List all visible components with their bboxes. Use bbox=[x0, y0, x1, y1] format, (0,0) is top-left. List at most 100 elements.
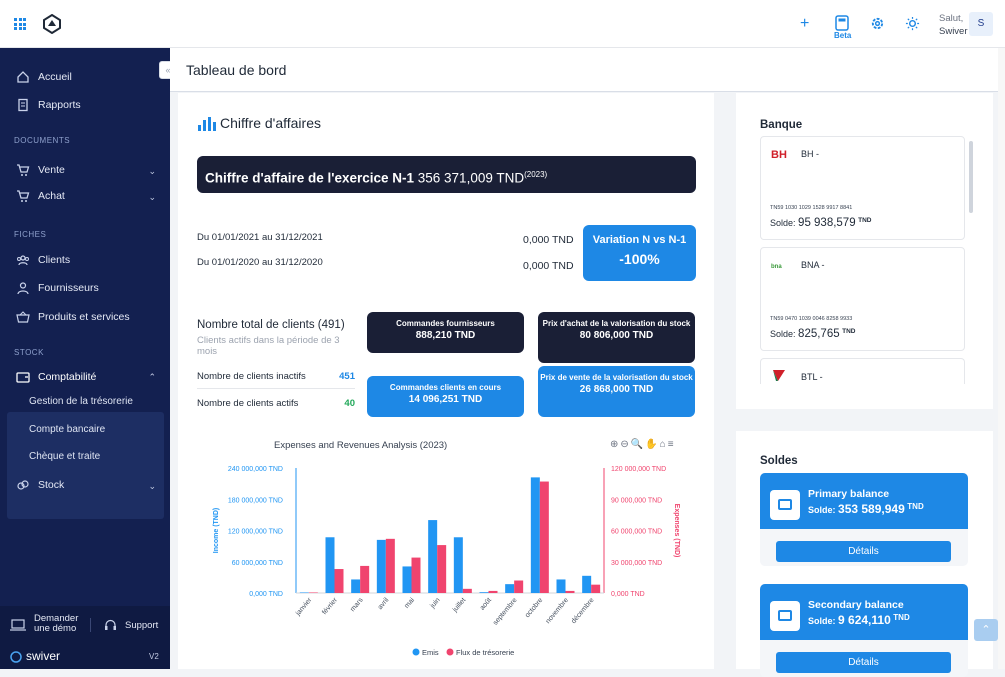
safe-icon bbox=[770, 490, 800, 520]
inactive-value: 451 bbox=[339, 371, 355, 382]
income-bar bbox=[428, 520, 438, 593]
sidebar-label: Accueil bbox=[38, 71, 72, 83]
balance-name: Secondary balance bbox=[808, 599, 904, 611]
sidebar-item-achat[interactable]: Achat bbox=[16, 189, 65, 203]
bank-card-btl[interactable]: BTL - bbox=[760, 358, 965, 384]
banner-label: Chiffre d'affaire de l'exercice N-1 bbox=[205, 170, 414, 186]
income-bar bbox=[351, 579, 361, 593]
banner-year: (2023) bbox=[524, 170, 548, 179]
brand-name: swiver bbox=[26, 649, 61, 663]
sidebar-item-produits[interactable]: Produits et services bbox=[16, 310, 130, 324]
y2-tick-label: 0,000 TND bbox=[611, 591, 645, 598]
y-tick-label: 60 000,000 TND bbox=[232, 560, 283, 567]
sidebar-subitem-cheque[interactable]: Chèque et traite bbox=[29, 451, 100, 462]
balance-header: Secondary balance Solde: 9 624,110 TND bbox=[760, 584, 968, 640]
details-button[interactable]: Détails bbox=[776, 652, 951, 673]
card-title: Chiffre d'affaires bbox=[220, 115, 321, 131]
sidebar-label: Fournisseurs bbox=[38, 282, 99, 294]
chevron-down-icon[interactable]: ⌄ bbox=[148, 192, 156, 203]
scroll-to-top-button[interactable]: ⌃ bbox=[974, 619, 998, 641]
active-label: Nombre de clients actifs bbox=[197, 398, 299, 409]
divider bbox=[197, 388, 355, 389]
kpi-label: Prix de vente de la valorisation du stoc… bbox=[540, 373, 693, 382]
expense-bar bbox=[539, 481, 549, 593]
sidebar-item-comptabilite[interactable]: Comptabilité bbox=[16, 370, 96, 384]
details-button[interactable]: Détails bbox=[776, 541, 951, 562]
headset-icon bbox=[105, 619, 116, 630]
solde-label: Solde: bbox=[808, 616, 836, 626]
sidebar-item-rapports[interactable]: Rapports bbox=[16, 98, 81, 112]
support-button[interactable]: Support bbox=[125, 620, 158, 631]
sidebar-label: Rapports bbox=[38, 99, 81, 111]
plus-icon[interactable]: + bbox=[800, 16, 809, 32]
gear-icon[interactable] bbox=[870, 16, 885, 31]
solde-value: 9 624,110 bbox=[838, 613, 891, 627]
request-demo-button[interactable]: Demander une démo bbox=[34, 614, 78, 634]
x-tick-label: janvier bbox=[294, 596, 314, 618]
bank-list-scrollbar[interactable] bbox=[969, 141, 973, 213]
avatar[interactable]: S bbox=[969, 12, 993, 36]
sidebar-item-clients[interactable]: Clients bbox=[16, 253, 70, 267]
section-stock: STOCK bbox=[14, 348, 44, 357]
chevron-down-icon[interactable]: ⌄ bbox=[148, 481, 156, 492]
page-scrollbar[interactable] bbox=[998, 48, 1005, 669]
swiver-logo[interactable] bbox=[42, 14, 62, 34]
bank-balance: Solde: 95 938,579 TND bbox=[770, 217, 871, 229]
sun-icon[interactable] bbox=[905, 16, 920, 31]
calculator-icon[interactable] bbox=[835, 15, 849, 31]
clients-total: Nombre total de clients (491) bbox=[197, 319, 345, 331]
user-icon bbox=[17, 282, 29, 295]
period-label: Du 01/01/2020 au 31/12/2020 bbox=[197, 257, 323, 268]
section-documents: DOCUMENTS bbox=[14, 136, 71, 145]
income-bar bbox=[582, 575, 592, 593]
inactive-label: Nombre de clients inactifs bbox=[197, 371, 306, 382]
bank-card-bna[interactable]: bna BNA - TN59 0470 1039 0046 8258 9933 … bbox=[760, 247, 965, 351]
users-icon bbox=[17, 255, 29, 266]
banner-amount: 356 371,009 TND bbox=[417, 170, 525, 186]
solde-label: Solde: bbox=[808, 505, 836, 515]
solde-label: Solde: bbox=[770, 329, 796, 339]
chevron-up-icon[interactable]: ⌃ bbox=[148, 372, 156, 383]
x-tick-label: août bbox=[479, 597, 493, 612]
kpi-value: 888,210 TND bbox=[415, 330, 476, 341]
x-tick-label: octobre bbox=[524, 597, 544, 619]
basket-icon bbox=[16, 311, 30, 323]
cart-icon bbox=[17, 164, 30, 176]
version-label: V2 bbox=[149, 652, 159, 661]
expense-bar bbox=[308, 592, 318, 593]
income-bar bbox=[479, 592, 489, 593]
x-tick-label: juin bbox=[429, 597, 442, 611]
sidebar-item-fournisseurs[interactable]: Fournisseurs bbox=[16, 281, 99, 295]
legend-label: Flux de trésorerie bbox=[456, 648, 514, 657]
variation-box: Variation N vs N-1 -100% bbox=[583, 225, 696, 281]
currency: TND bbox=[907, 502, 924, 511]
top-bar: + Beta Salut, Swiver S bbox=[0, 0, 1005, 48]
sidebar-subitem-tresorerie[interactable]: Gestion de la trésorerie bbox=[29, 396, 133, 407]
bank-name: BNA - bbox=[801, 260, 825, 270]
home-icon bbox=[17, 71, 29, 83]
sidebar-item-stock[interactable]: Stock bbox=[16, 478, 64, 492]
income-bar bbox=[530, 477, 540, 593]
divider bbox=[90, 618, 91, 632]
sidebar-label: Achat bbox=[38, 190, 65, 202]
chevron-down-icon[interactable]: ⌄ bbox=[148, 166, 156, 177]
sidebar-subitem-compte-bancaire[interactable]: Compte bancaire bbox=[29, 424, 105, 435]
kpi-label: Commandes fournisseurs bbox=[396, 319, 495, 328]
kpi-prix-vente-stock: Prix de vente de la valorisation du stoc… bbox=[538, 366, 695, 417]
y2-tick-label: 120 000,000 TND bbox=[611, 466, 666, 473]
x-tick-label: novembre bbox=[545, 597, 570, 625]
sidebar-label: Vente bbox=[38, 164, 65, 176]
kpi-prix-achat-stock: Prix d'achat de la valorisation du stock… bbox=[538, 312, 695, 363]
apps-grid-icon[interactable] bbox=[14, 18, 26, 30]
y2-tick-label: 30 000,000 TND bbox=[611, 560, 662, 567]
sidebar-item-vente[interactable]: Vente bbox=[16, 163, 65, 177]
currency: TND bbox=[893, 613, 910, 622]
balance-name: Primary balance bbox=[808, 488, 890, 500]
sidebar-label: Produits et services bbox=[38, 311, 130, 323]
chart-toolbar[interactable]: ⊕⊖🔍✋⌂≡ bbox=[610, 439, 676, 450]
expense-bar bbox=[334, 569, 344, 593]
bank-logo-bh: BH bbox=[771, 149, 787, 161]
expense-bar bbox=[565, 590, 575, 593]
sidebar-item-accueil[interactable]: Accueil bbox=[16, 70, 72, 84]
bank-card-bh[interactable]: BH BH - TN59 1030 1029 1528 9917 8841 So… bbox=[760, 136, 965, 240]
